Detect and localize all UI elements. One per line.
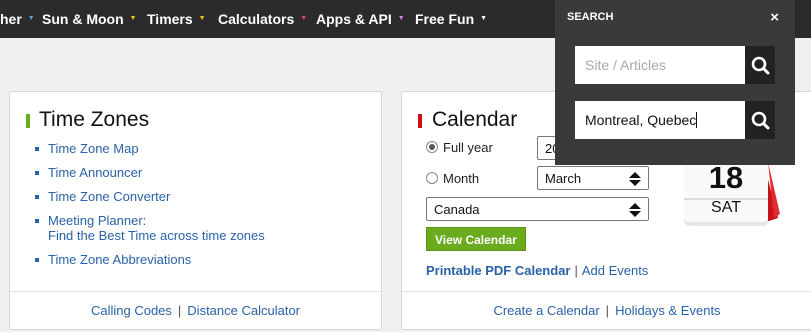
link-meeting-planner[interactable]: Meeting Planner: Find the Best Time acros… <box>26 213 366 243</box>
badge-weekday: SAT <box>711 199 741 216</box>
time-zones-footer: Calling Codes | Distance Calculator <box>10 291 381 329</box>
nav-item-label: Free Fun <box>415 11 475 27</box>
country-value: Canada <box>434 202 480 217</box>
link-time-announcer[interactable]: Time Announcer <box>26 165 366 180</box>
view-calendar-button[interactable]: View Calendar <box>426 227 526 251</box>
caret-down-icon: ▼ <box>27 15 35 23</box>
nav-item-label: Sun & Moon <box>42 11 124 27</box>
text-cursor <box>696 112 698 128</box>
calendar-date-badge: 18 SAT <box>682 154 782 234</box>
location-value: Montreal, Quebec <box>585 112 697 128</box>
location-search-input[interactable]: Montreal, Quebec <box>575 101 745 139</box>
select-arrows-icon <box>629 172 641 186</box>
caret-down-icon: ▼ <box>397 15 405 23</box>
site-search-button[interactable] <box>745 46 775 84</box>
month-label: Month <box>443 171 480 186</box>
link-distance-calculator[interactable]: Distance Calculator <box>187 303 300 318</box>
caret-down-icon: ▼ <box>480 15 488 23</box>
card-title: Time Zones <box>39 108 150 131</box>
card-title: Calendar <box>432 108 518 131</box>
month-value: March <box>545 171 582 186</box>
nav-item-free-fun[interactable]: Free Fun ▼ <box>415 0 487 38</box>
search-icon <box>751 56 770 75</box>
nav-item-weather[interactable]: her ▼ <box>0 0 35 38</box>
search-popup: SEARCH × Site / Articles Montreal, Quebe… <box>555 0 795 165</box>
nav-item-sun-moon[interactable]: Sun & Moon ▼ <box>42 0 137 38</box>
link-time-zone-converter[interactable]: Time Zone Converter <box>26 189 366 204</box>
link-time-zone-abbreviations[interactable]: Time Zone Abbreviations <box>26 252 366 267</box>
location-search-button[interactable] <box>745 101 775 139</box>
time-zones-link-list: Time Zone Map Time Announcer Time Zone C… <box>26 141 366 276</box>
nav-item-label: her <box>0 11 22 27</box>
calendar-links-row: Printable PDF Calendar | Add Events <box>426 263 648 278</box>
badge-day: 18 <box>708 160 744 195</box>
caret-down-icon: ▼ <box>129 15 137 23</box>
caret-down-icon: ▼ <box>198 15 206 23</box>
nav-item-apps-api[interactable]: Apps & API ▼ <box>316 0 405 38</box>
title-accent-bar <box>26 114 30 128</box>
link-add-events[interactable]: Add Events <box>582 263 649 278</box>
footer-separator: | <box>605 303 610 318</box>
month-select[interactable]: March <box>537 166 649 190</box>
country-select[interactable]: Canada <box>426 197 649 221</box>
nav-item-timers[interactable]: Timers ▼ <box>147 0 206 38</box>
search-placeholder: Site / Articles <box>585 57 666 73</box>
full-year-radio-row[interactable]: Full year <box>426 140 493 155</box>
close-icon[interactable]: × <box>770 9 779 26</box>
nav-item-label: Apps & API <box>316 11 392 27</box>
link-holidays-events[interactable]: Holidays & Events <box>615 303 721 318</box>
title-accent-bar <box>418 114 422 128</box>
link-time-zone-map[interactable]: Time Zone Map <box>26 141 366 156</box>
site-articles-search-input[interactable]: Site / Articles <box>575 46 745 84</box>
search-icon <box>751 111 770 130</box>
full-year-radio[interactable] <box>426 141 438 153</box>
links-separator: | <box>574 263 578 278</box>
month-radio-row[interactable]: Month <box>426 171 479 186</box>
link-calling-codes[interactable]: Calling Codes <box>91 303 172 318</box>
full-year-label: Full year <box>443 140 493 155</box>
time-zones-card: Time Zones Time Zone Map Time Announcer … <box>9 91 382 330</box>
nav-item-label: Calculators <box>218 11 295 27</box>
footer-separator: | <box>177 303 182 318</box>
month-radio[interactable] <box>426 172 438 184</box>
link-printable-pdf-calendar[interactable]: Printable PDF Calendar <box>426 263 570 278</box>
link-create-a-calendar[interactable]: Create a Calendar <box>493 303 599 318</box>
nav-item-calculators[interactable]: Calculators ▼ <box>218 0 307 38</box>
nav-item-label: Timers <box>147 11 193 27</box>
search-heading: SEARCH <box>567 11 614 23</box>
select-arrows-icon <box>629 203 641 217</box>
caret-down-icon: ▼ <box>300 15 308 23</box>
calendar-footer: Create a Calendar | Holidays & Events <box>402 291 811 329</box>
